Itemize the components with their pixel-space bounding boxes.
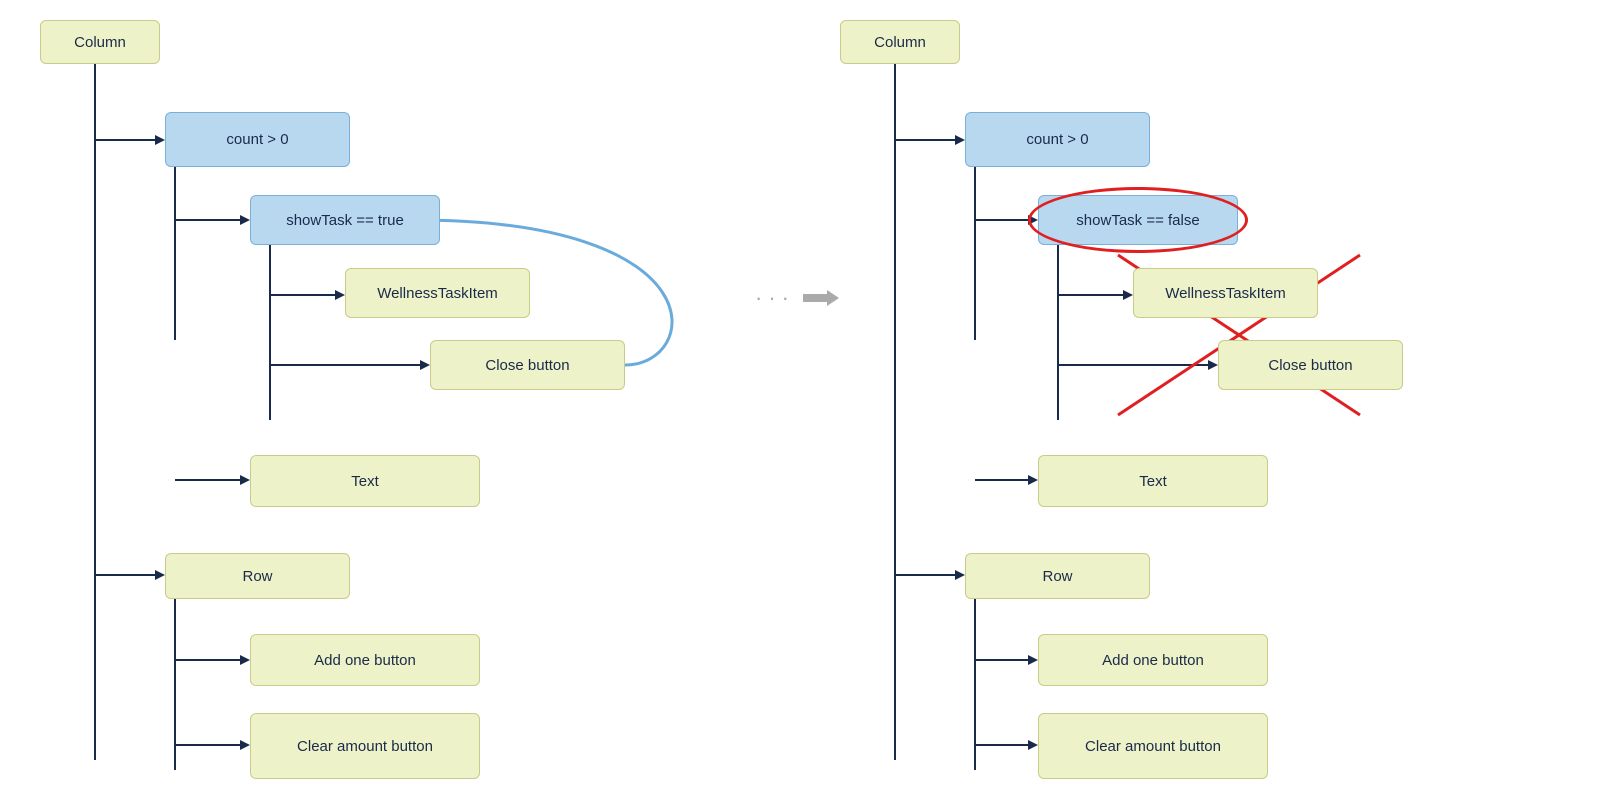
right-arrow-icon bbox=[799, 286, 839, 310]
right-close-node: Close button bbox=[1218, 340, 1403, 390]
left-text-node: Text bbox=[250, 455, 480, 507]
right-showtask-wrapper: showTask == false bbox=[1038, 195, 1238, 245]
left-close-node: Close button bbox=[430, 340, 625, 390]
right-clear-node: Clear amount button bbox=[1038, 713, 1268, 779]
right-wellness-node: WellnessTaskItem bbox=[1133, 268, 1318, 318]
right-column-label: Column bbox=[840, 20, 960, 64]
left-addone-node: Add one button bbox=[250, 634, 480, 686]
right-diagram: Column count > 0 showTask == false Welln… bbox=[800, 0, 1600, 795]
right-row-node: Row bbox=[965, 553, 1150, 599]
left-wellness-node: WellnessTaskItem bbox=[345, 268, 530, 318]
right-addone-node: Add one button bbox=[1038, 634, 1268, 686]
left-count-node: count > 0 bbox=[165, 112, 350, 167]
diagram-container: Column count > 0 showTask == true Wellne… bbox=[0, 0, 1600, 795]
dots: ··· bbox=[755, 285, 795, 311]
left-clear-node: Clear amount button bbox=[250, 713, 480, 779]
left-diagram: Column count > 0 showTask == true Wellne… bbox=[0, 0, 800, 795]
left-row-node: Row bbox=[165, 553, 350, 599]
left-column-label: Column bbox=[40, 20, 160, 64]
right-count-node: count > 0 bbox=[965, 112, 1150, 167]
left-showtask-node: showTask == true bbox=[250, 195, 440, 245]
right-text-node: Text bbox=[1038, 455, 1268, 507]
right-showtask-node: showTask == false bbox=[1038, 195, 1238, 245]
separator-arrow: ··· bbox=[755, 285, 839, 311]
